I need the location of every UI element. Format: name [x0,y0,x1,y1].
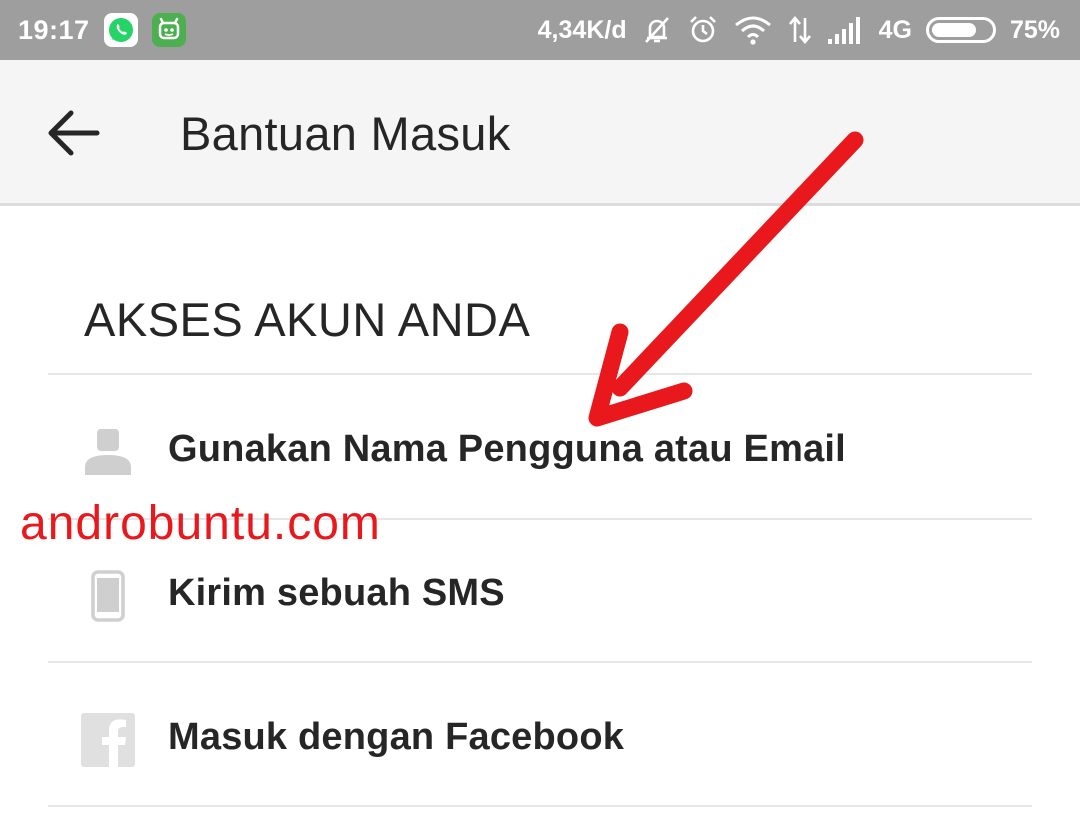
alarm-icon [687,14,719,46]
option-label: Gunakan Nama Pengguna atau Email [168,428,846,470]
divider [48,661,1032,663]
toolbar: Bantuan Masuk [0,60,1080,206]
data-transfer-icon [787,14,813,46]
status-left: 19:17 [18,13,186,47]
network-speed: 4,34K/d [537,15,627,44]
facebook-icon [78,710,138,770]
screen: 19:17 4,34K/d 4G 75% Bantuan Masuk AKSES… [0,0,1080,814]
watermark: androbuntu.com [20,497,381,550]
back-button[interactable] [38,98,108,168]
game-app-icon [151,13,186,47]
mute-bell-icon [641,14,673,46]
option-label: Kirim sebuah SMS [168,572,505,614]
battery-icon [925,17,996,43]
network-type: 4G [878,15,912,44]
phone-icon [78,566,138,626]
status-bar: 19:17 4,34K/d 4G 75% [0,0,1080,60]
section-heading: AKSES AKUN ANDA [84,293,531,346]
arrow-left-icon [48,110,100,156]
option-label: Masuk dengan Facebook [168,716,625,758]
battery-percent: 75% [1009,15,1060,44]
whatsapp-icon [103,13,138,47]
wifi-icon [733,14,773,46]
option-facebook-login[interactable]: Masuk dengan Facebook [48,664,1032,806]
person-icon [78,422,138,482]
signal-icon [827,15,865,45]
status-right: 4,34K/d 4G 75% [524,14,1060,46]
divider [48,373,1032,375]
status-time: 19:17 [18,14,90,45]
divider [48,805,1032,807]
battery-level [931,23,976,37]
page-title: Bantuan Masuk [180,107,511,160]
